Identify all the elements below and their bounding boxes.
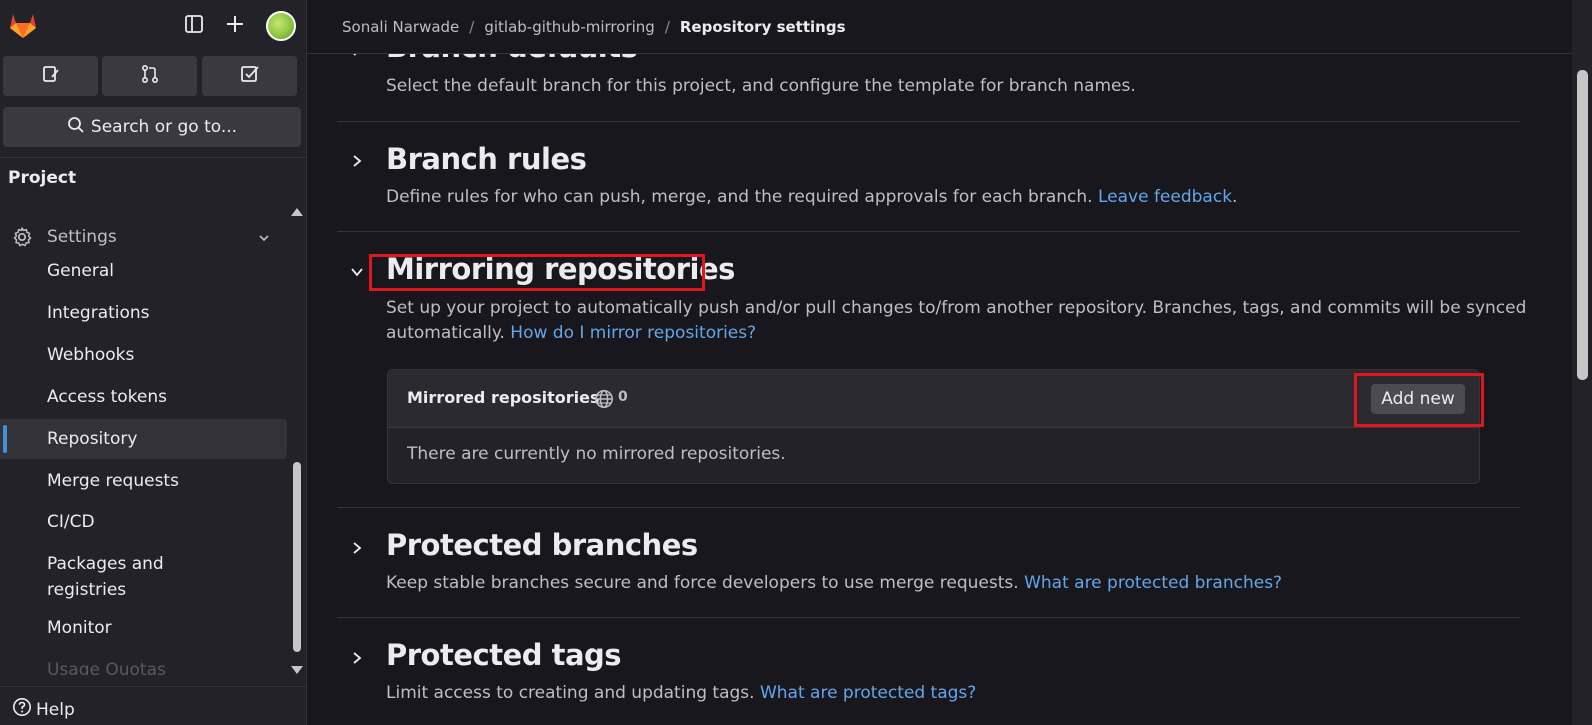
highlight-box-title bbox=[369, 254, 705, 291]
section-desc-text: Define rules for who can push, merge, an… bbox=[386, 187, 1093, 207]
breadcrumb-separator: / bbox=[664, 17, 670, 36]
sidebar-item-repository[interactable]: Repository bbox=[0, 419, 287, 459]
sidebar-item-access-tokens[interactable]: Access tokens bbox=[0, 377, 287, 417]
sidebar-item-label: Monitor bbox=[47, 618, 112, 638]
section-desc-protected-tags: Limit access to creating and updating ta… bbox=[386, 681, 976, 706]
sidebar-item-label: Webhooks bbox=[47, 345, 135, 365]
section-desc-branch-rules: Define rules for who can push, merge, an… bbox=[386, 185, 1237, 210]
search-icon bbox=[67, 116, 85, 139]
mirrored-repositories-empty-text: There are currently no mirrored reposito… bbox=[407, 444, 786, 464]
left-sidebar: Search or go to... Project Settings Gene… bbox=[0, 0, 307, 725]
globe-icon bbox=[594, 389, 614, 413]
sidebar-item-label: Repository bbox=[47, 429, 138, 449]
section-title-protected-branches[interactable]: Protected branches bbox=[386, 528, 698, 562]
sidebar-item-ci-cd[interactable]: CI/CD bbox=[0, 502, 287, 542]
sidebar-scroll-up-arrow[interactable] bbox=[291, 208, 303, 216]
section-desc-text: Limit access to creating and updating ta… bbox=[386, 683, 755, 703]
mirrored-repositories-count: 0 bbox=[618, 389, 628, 405]
leave-feedback-link[interactable]: Leave feedback bbox=[1098, 187, 1232, 207]
mirrored-repositories-card: Mirrored repositories 0 Add new There ar… bbox=[387, 369, 1480, 484]
sidebar-item-label: Packages and registries bbox=[47, 554, 164, 600]
breadcrumb-separator: / bbox=[469, 17, 475, 36]
mirrored-repositories-title: Mirrored repositories bbox=[407, 388, 600, 407]
sidebar-item-packages-registries[interactable]: Packages and registries bbox=[0, 549, 230, 605]
sidebar-nav: Settings General Integrations Webhooks A… bbox=[0, 205, 307, 675]
help-icon bbox=[12, 697, 32, 722]
search-label: Search or go to... bbox=[90, 117, 238, 137]
section-title-protected-tags[interactable]: Protected tags bbox=[386, 638, 622, 672]
todos-button[interactable] bbox=[202, 56, 297, 96]
section-desc-text: Keep stable branches secure and force de… bbox=[386, 573, 1019, 593]
sidebar-item-label: Integrations bbox=[47, 303, 150, 323]
issues-icon bbox=[41, 64, 61, 88]
mirrored-repositories-header: Mirrored repositories 0 Add new bbox=[388, 370, 1479, 428]
gitlab-logo-icon[interactable] bbox=[7, 9, 39, 41]
section-divider bbox=[337, 231, 1520, 232]
breadcrumb-project[interactable]: gitlab-github-mirroring bbox=[484, 18, 654, 36]
issues-button[interactable] bbox=[3, 56, 98, 96]
section-desc-mirroring-line1: Set up your project to automatically pus… bbox=[386, 298, 1527, 318]
sidebar-item-merge-requests[interactable]: Merge requests bbox=[0, 461, 287, 501]
section-title-branch-rules[interactable]: Branch rules bbox=[386, 142, 587, 176]
mirror-help-link[interactable]: How do I mirror repositories? bbox=[510, 323, 756, 343]
chevron-right-icon[interactable] bbox=[350, 650, 364, 664]
sidebar-toggle-icon[interactable] bbox=[183, 13, 205, 35]
help-button[interactable]: Help bbox=[12, 697, 75, 722]
sidebar-scrollbar-thumb[interactable] bbox=[293, 462, 301, 652]
chevron-down-icon[interactable] bbox=[350, 264, 364, 278]
sidebar-item-integrations[interactable]: Integrations bbox=[0, 293, 287, 333]
section-desc-text: automatically. bbox=[386, 323, 505, 343]
section-desc-branch-defaults: Select the default branch for this proje… bbox=[386, 76, 1136, 96]
sidebar-item-general[interactable]: General bbox=[0, 251, 287, 291]
chevron-right-icon[interactable] bbox=[350, 540, 364, 554]
user-avatar[interactable] bbox=[266, 11, 296, 41]
sidebar-item-usage-quotas[interactable]: Usage Quotas bbox=[0, 650, 287, 675]
sidebar-item-label: Access tokens bbox=[47, 387, 167, 407]
section-desc-suffix: . bbox=[1232, 187, 1238, 207]
breadcrumb-owner[interactable]: Sonali Narwade bbox=[342, 18, 459, 36]
sidebar-divider bbox=[0, 157, 307, 158]
section-desc-mirroring-line2: automatically. How do I mirror repositor… bbox=[386, 321, 756, 346]
breadcrumb: Sonali Narwade / gitlab-github-mirroring… bbox=[307, 0, 1572, 54]
main-scrollbar[interactable] bbox=[1572, 0, 1592, 725]
section-desc-protected-branches: Keep stable branches secure and force de… bbox=[386, 571, 1282, 596]
section-divider bbox=[337, 121, 1520, 122]
highlight-box-add-button bbox=[1354, 373, 1484, 427]
sidebar-item-monitor[interactable]: Monitor bbox=[0, 608, 287, 648]
sidebar-item-label: Usage Quotas bbox=[47, 660, 166, 675]
sidebar-item-label: CI/CD bbox=[47, 512, 95, 532]
section-divider bbox=[337, 507, 1520, 508]
main-content: Sonali Narwade / gitlab-github-mirroring… bbox=[307, 0, 1572, 725]
merge-requests-button[interactable] bbox=[102, 56, 197, 96]
gear-icon bbox=[11, 226, 33, 252]
section-divider bbox=[337, 617, 1520, 618]
sidebar-item-settings-label: Settings bbox=[47, 227, 117, 247]
protected-tags-link[interactable]: What are protected tags? bbox=[760, 683, 976, 703]
chevron-down-icon bbox=[258, 229, 270, 248]
search-button[interactable]: Search or go to... bbox=[3, 107, 301, 147]
plus-icon[interactable] bbox=[224, 13, 246, 35]
help-label: Help bbox=[36, 699, 75, 720]
breadcrumb-current[interactable]: Repository settings bbox=[680, 18, 846, 36]
todo-checkbox-icon bbox=[240, 64, 260, 88]
sidebar-section-title: Project bbox=[8, 168, 77, 188]
sidebar-divider bbox=[0, 686, 307, 687]
sidebar-item-webhooks[interactable]: Webhooks bbox=[0, 335, 287, 375]
merge-request-icon bbox=[140, 64, 160, 88]
sidebar-item-label: General bbox=[47, 261, 114, 281]
main-scrollbar-thumb[interactable] bbox=[1577, 70, 1588, 380]
sidebar-scroll-down-arrow[interactable] bbox=[291, 666, 303, 674]
sidebar-item-label: Merge requests bbox=[47, 471, 179, 491]
chevron-right-icon[interactable] bbox=[350, 153, 364, 167]
protected-branches-link[interactable]: What are protected branches? bbox=[1024, 573, 1282, 593]
